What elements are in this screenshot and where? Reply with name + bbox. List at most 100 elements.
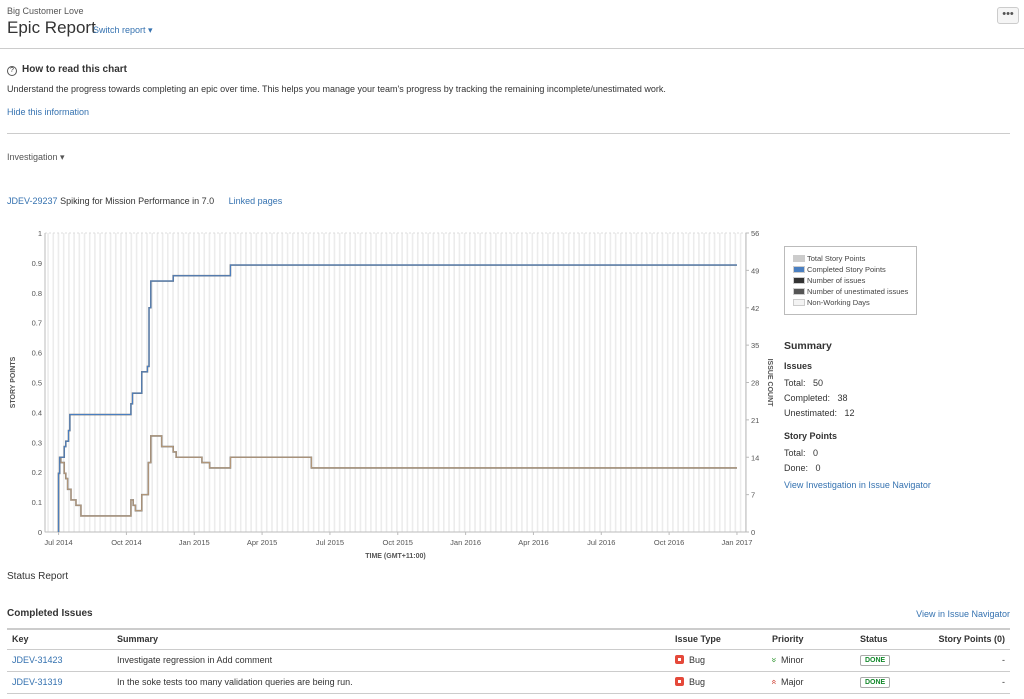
issue-priority: » Minor <box>767 649 855 672</box>
col-issue-type[interactable]: Issue Type <box>670 628 767 650</box>
non-working-day-stripe <box>125 233 127 532</box>
sp-total: Total: 0 <box>784 448 819 458</box>
non-working-day-stripe <box>515 233 518 532</box>
view-in-issue-navigator-link[interactable]: View in Issue Navigator <box>916 609 1010 619</box>
y2-tick-label: 0 <box>751 528 755 537</box>
series-shadow <box>57 264 737 532</box>
non-working-day-stripe <box>135 233 138 532</box>
more-actions-button[interactable]: ••• <box>997 7 1019 24</box>
non-working-day-stripe <box>432 233 435 532</box>
non-working-day-stripe <box>390 233 393 532</box>
x-tick-label: Apr 2016 <box>518 538 548 547</box>
linked-pages-link[interactable]: Linked pages <box>229 196 283 206</box>
non-working-day-stripe <box>718 233 721 532</box>
non-working-day-stripe <box>682 233 685 532</box>
epic-select-dropdown[interactable]: Investigation ▾ <box>7 152 65 163</box>
non-working-day-stripe <box>302 233 305 532</box>
non-working-day-stripe <box>630 233 633 532</box>
completed-issues-table: Key Summary Issue Type Priority Status S… <box>7 628 1010 694</box>
non-working-day-stripe <box>656 233 659 532</box>
y-tick-label: 0.2 <box>32 468 42 477</box>
non-working-day-stripe <box>677 233 679 532</box>
epic-key-link[interactable]: JDEV-29237 <box>7 196 58 206</box>
non-working-day-stripe <box>547 233 549 532</box>
non-working-day-stripe <box>109 233 112 532</box>
divider <box>7 133 1010 134</box>
non-working-day-stripe <box>281 233 284 532</box>
col-story-points[interactable]: Story Points (0) <box>930 628 1010 650</box>
non-working-day-stripe <box>323 233 325 532</box>
non-working-day-stripe <box>83 233 86 532</box>
story-points-title: Story Points <box>784 431 838 441</box>
completed-issues-heading: Completed Issues <box>7 608 93 619</box>
non-working-day-stripe <box>370 233 372 532</box>
table-row: JDEV-31423 Investigate regression in Add… <box>7 649 1010 672</box>
non-working-day-stripe <box>208 233 211 532</box>
non-working-day-stripe <box>541 233 544 532</box>
non-working-day-stripe <box>177 233 180 532</box>
priority-major-icon: « <box>769 679 780 685</box>
non-working-day-stripe <box>703 233 705 532</box>
non-working-day-stripe <box>692 233 695 532</box>
non-working-day-stripe <box>422 233 424 532</box>
non-working-day-stripe <box>729 233 731 532</box>
non-working-day-stripe <box>458 233 461 532</box>
non-working-day-stripe <box>94 233 96 532</box>
non-working-day-stripe <box>453 233 456 532</box>
non-working-day-stripe <box>229 233 232 532</box>
non-working-day-stripe <box>672 233 674 532</box>
non-working-day-stripe <box>562 233 565 532</box>
non-working-day-stripe <box>198 233 200 532</box>
hide-information-link[interactable]: Hide this information <box>7 107 89 117</box>
non-working-day-stripe <box>338 233 341 532</box>
y2-tick-label: 21 <box>751 416 759 425</box>
non-working-day-stripe <box>312 233 315 532</box>
x-tick-label: Oct 2016 <box>654 538 684 547</box>
non-working-day-stripe <box>104 233 107 532</box>
y-tick-label: 0.8 <box>32 289 42 298</box>
y2-tick-label: 56 <box>751 229 759 238</box>
y-tick-label: 0.5 <box>32 379 42 388</box>
non-working-day-stripe <box>156 233 159 532</box>
non-working-day-stripe <box>448 233 450 532</box>
issue-key-link[interactable]: JDEV-31319 <box>12 677 63 687</box>
non-working-day-stripe <box>708 233 711 532</box>
non-working-day-stripe <box>437 233 440 532</box>
col-priority[interactable]: Priority <box>767 628 855 650</box>
view-in-navigator-link[interactable]: View Investigation in Issue Navigator <box>784 480 931 490</box>
non-working-day-stripe <box>193 233 195 532</box>
y-tick-label: 0 <box>38 528 42 537</box>
non-working-day-stripe <box>724 233 726 532</box>
non-working-day-stripe <box>99 233 101 532</box>
x-tick-label: Jul 2015 <box>316 538 344 547</box>
non-working-day-stripe <box>401 233 403 532</box>
non-working-day-stripe <box>318 233 320 532</box>
y-tick-label: 1 <box>38 229 42 238</box>
non-working-day-stripe <box>307 233 310 532</box>
y-tick-label: 0.4 <box>32 408 42 417</box>
y2-tick-label: 49 <box>751 266 759 275</box>
non-working-day-stripe <box>593 233 596 532</box>
non-working-day-stripe <box>47 233 49 532</box>
col-status[interactable]: Status <box>855 628 930 650</box>
y-axis-title: STORY POINTS <box>10 356 17 408</box>
series-line-number-of-unestimated-issues <box>58 435 737 532</box>
non-working-day-stripe <box>245 233 247 532</box>
col-key[interactable]: Key <box>7 628 112 650</box>
chart-legend: Total Story Points Completed Story Point… <box>784 246 917 315</box>
non-working-day-stripe <box>495 233 497 532</box>
switch-report-dropdown[interactable]: Switch report ▾ <box>93 25 153 36</box>
non-working-day-stripe <box>427 233 429 532</box>
legend-item: Non-Working Days <box>793 297 916 308</box>
non-working-day-stripe <box>130 233 133 532</box>
non-working-day-stripe <box>474 233 476 532</box>
y-tick-label: 0.9 <box>32 259 42 268</box>
col-summary[interactable]: Summary <box>112 628 670 650</box>
non-working-day-stripe <box>73 233 75 532</box>
non-working-day-stripe <box>328 233 331 532</box>
issue-key-link[interactable]: JDEV-31423 <box>12 655 63 665</box>
non-working-day-stripe <box>666 233 669 532</box>
non-working-day-stripe <box>599 233 601 532</box>
non-working-day-stripe <box>531 233 534 532</box>
non-working-day-stripe <box>396 233 398 532</box>
